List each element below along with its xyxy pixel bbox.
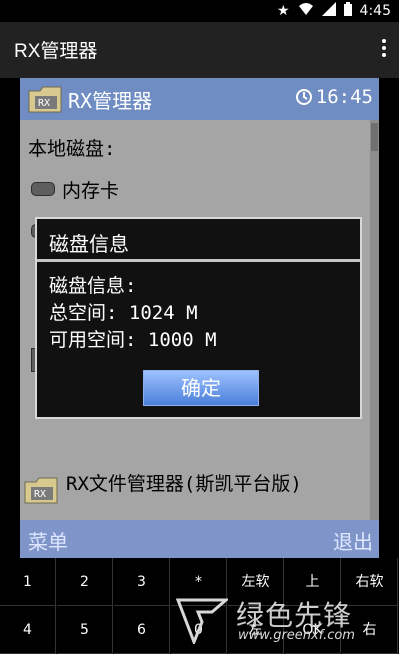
- watermark-logo-icon: [176, 598, 228, 644]
- disk-item-memory-card[interactable]: 内存卡: [62, 176, 119, 203]
- rx-title: RX管理器: [68, 89, 153, 113]
- site-watermark: 绿色先锋 www.greenxf.com: [176, 594, 391, 649]
- local-disk-heading: 本地磁盘:: [28, 138, 116, 160]
- star-icon: ★: [276, 3, 290, 19]
- dialog-line: 磁盘信息:: [49, 275, 137, 297]
- key-1[interactable]: 1: [0, 558, 56, 606]
- rx-title-bar: RX RX管理器 16:45: [20, 78, 379, 120]
- wifi-icon: [298, 2, 314, 20]
- rx-clock-time: 16:45: [315, 86, 373, 108]
- svg-text:RX: RX: [38, 98, 50, 109]
- scrollbar[interactable]: [370, 120, 379, 520]
- key-4[interactable]: 4: [0, 606, 56, 654]
- scroll-thumb[interactable]: [371, 123, 378, 151]
- status-bar: ★ 4:45: [0, 0, 399, 22]
- rx-app-item[interactable]: RX文件管理器(斯凯平台版): [66, 469, 302, 496]
- clock-icon: [295, 89, 312, 105]
- rx-bottom-menu: 菜单 退出: [20, 520, 379, 558]
- action-bar: RX管理器: [0, 22, 399, 78]
- menu-softkey[interactable]: 菜单: [28, 526, 68, 555]
- app-title: RX管理器: [14, 41, 98, 62]
- key-2[interactable]: 2: [57, 558, 113, 606]
- disk-info-dialog: 磁盘信息 磁盘信息: 总空间: 1024 M 可用空间: 1000 M 确定: [35, 217, 362, 419]
- dialog-title: 磁盘信息: [49, 232, 129, 256]
- key-6[interactable]: 6: [114, 606, 170, 654]
- rx-clock: 16:45: [295, 86, 373, 108]
- svg-text:RX: RX: [34, 489, 46, 500]
- battery-icon: [343, 2, 352, 20]
- key-5[interactable]: 5: [57, 606, 113, 654]
- dialog-line: 总空间: 1024 M: [49, 302, 198, 324]
- key-3[interactable]: 3: [114, 558, 170, 606]
- exit-softkey[interactable]: 退出: [333, 526, 373, 555]
- signal-icon: [321, 2, 336, 20]
- watermark-url: www.greenxf.com: [238, 628, 355, 643]
- memory-card-icon: [31, 182, 55, 196]
- status-time: 4:45: [359, 3, 391, 19]
- rx-app-icon: RX: [24, 477, 58, 504]
- dialog-line: 可用空间: 1000 M: [49, 329, 217, 351]
- dialog-divider: [37, 259, 360, 262]
- ok-button[interactable]: 确定: [143, 370, 259, 406]
- overflow-menu-icon[interactable]: [379, 36, 389, 60]
- rx-folder-icon: RX: [28, 86, 62, 113]
